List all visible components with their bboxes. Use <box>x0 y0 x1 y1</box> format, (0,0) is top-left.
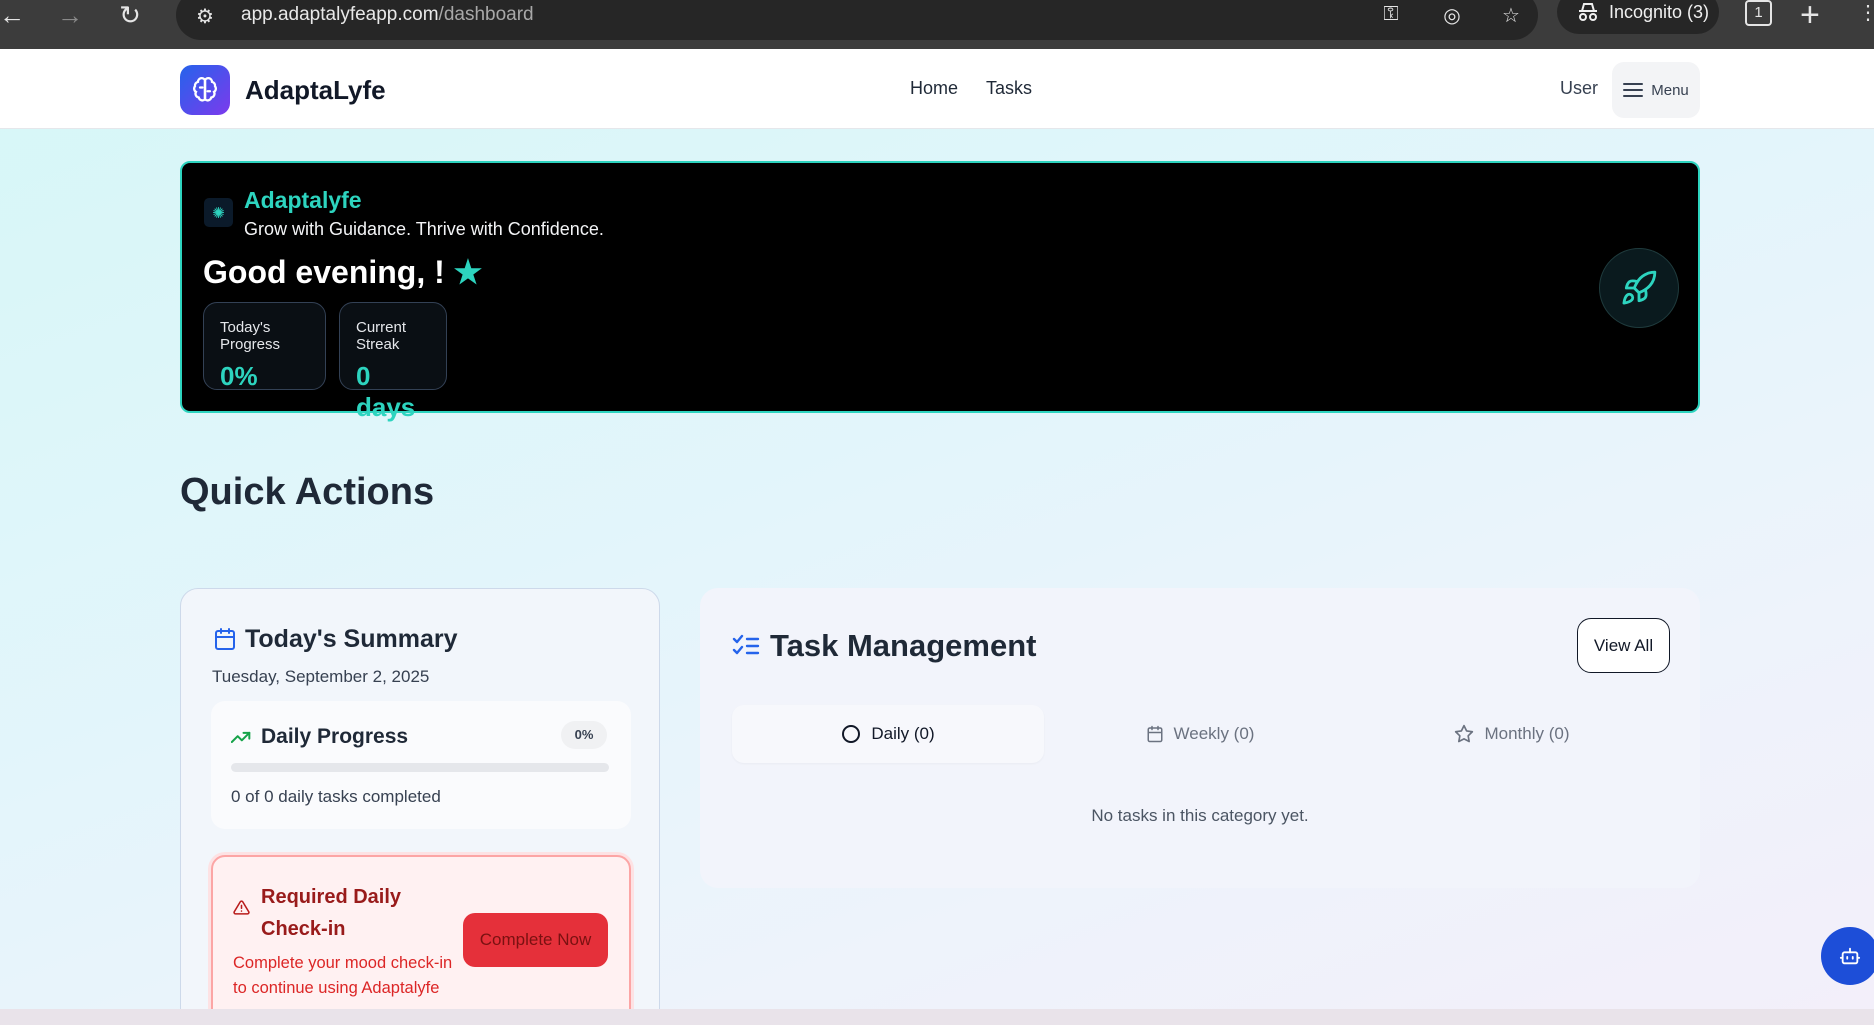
brand-name[interactable]: AdaptaLyfe <box>245 75 386 106</box>
address-bar[interactable]: ⚙ app.adaptalyfeapp.com/dashboard ⚿ ◎ ☆ <box>176 0 1538 40</box>
incognito-indicator[interactable]: Incognito (3) <box>1557 0 1719 34</box>
warning-icon <box>233 900 250 915</box>
star-icon: ★ <box>453 254 483 290</box>
back-icon[interactable]: ← <box>0 0 30 30</box>
tab-weekly-label: Weekly (0) <box>1173 724 1255 743</box>
tab-monthly[interactable]: Monthly (0) <box>1356 705 1668 763</box>
url-text[interactable]: app.adaptalyfeapp.com/dashboard <box>241 4 534 26</box>
hero-brand: Adaptalyfe <box>244 187 362 213</box>
daily-progress-title: Daily Progress <box>261 725 409 748</box>
stat-label: Today's Progress <box>220 319 281 353</box>
app-header: AdaptaLyfe Home Tasks User Menu <box>0 49 1874 129</box>
eye-off-icon[interactable]: ◎ <box>1439 3 1465 28</box>
tasks-completed-text: 0 of 0 daily tasks completed <box>231 787 441 806</box>
trending-up-icon <box>231 731 251 743</box>
list-checks-icon <box>732 634 760 655</box>
empty-state-text: No tasks in this category yet. <box>1091 806 1309 825</box>
stat-current-streak: Current Streak 0 days <box>339 302 447 422</box>
checkin-description: Complete your mood check-in to continue … <box>233 954 453 997</box>
incognito-icon <box>1579 3 1597 21</box>
tab-weekly[interactable]: Weekly (0) <box>1044 705 1356 763</box>
tab-count-button[interactable]: 1 <box>1745 0 1772 26</box>
stat-label: Current Streak <box>356 319 407 353</box>
hero-tagline: Grow with Guidance. Thrive with Confiden… <box>244 219 604 239</box>
welcome-banner: ✺ Adaptalyfe Grow with Guidance. Thrive … <box>180 161 1700 422</box>
nav-tasks[interactable]: Tasks <box>986 78 1032 99</box>
bot-icon <box>1839 947 1861 965</box>
site-info-icon[interactable]: ⚙ <box>196 4 214 29</box>
progress-bar <box>231 763 609 772</box>
hero-logo-icon: ✺ <box>204 198 233 227</box>
hamburger-icon <box>1623 83 1644 97</box>
required-checkin-panel: Required Daily Check-in Complete your mo… <box>211 855 631 1009</box>
quick-actions-title: Quick Actions <box>180 471 435 513</box>
tab-daily-label: Daily (0) <box>871 724 935 743</box>
calendar-icon <box>1147 725 1163 743</box>
complete-now-button[interactable]: Complete Now <box>463 913 608 967</box>
circle-icon <box>842 725 861 743</box>
daily-progress-panel: Daily Progress 0% 0 of 0 daily tasks com… <box>211 701 631 829</box>
bookmark-star-icon[interactable]: ☆ <box>1498 3 1524 28</box>
checkin-title: Required Daily Check-in <box>261 886 402 940</box>
menu-button[interactable]: Menu <box>1612 62 1700 118</box>
rocket-icon <box>1599 248 1679 328</box>
nav-home[interactable]: Home <box>910 78 958 99</box>
task-management-card: Task Management View All Daily (0) Weekl… <box>700 588 1700 888</box>
forward-icon[interactable]: → <box>52 0 88 30</box>
summary-date: Tuesday, September 2, 2025 <box>212 667 430 686</box>
view-all-button[interactable]: View All <box>1577 618 1670 673</box>
incognito-label: Incognito (3) <box>1609 1 1710 22</box>
greeting: Good evening, ! ★ <box>203 254 483 290</box>
stat-value: 0 days <box>356 361 416 422</box>
summary-title: Today's Summary <box>245 625 458 653</box>
todays-summary-card: Today's Summary Tuesday, September 2, 20… <box>180 588 660 1009</box>
reload-icon[interactable]: ↻ <box>112 0 148 30</box>
browser-toolbar: ← → ↻ ⚙ app.adaptalyfeapp.com/dashboard … <box>0 0 1874 49</box>
app-page: AdaptaLyfe Home Tasks User Menu ✺ Adapta… <box>0 49 1874 1009</box>
menu-label: Menu <box>1651 81 1689 99</box>
more-icon[interactable]: ⋮ <box>1858 0 1874 25</box>
chatbot-button[interactable] <box>1821 927 1874 985</box>
user-link[interactable]: User <box>1560 78 1598 99</box>
stat-todays-progress: Today's Progress 0% <box>203 302 326 391</box>
new-tab-icon[interactable]: + <box>1800 0 1820 35</box>
stat-value: 0% <box>220 361 258 391</box>
taskbar-strip <box>0 1009 1874 1025</box>
brain-logo-icon[interactable] <box>180 65 230 115</box>
tab-daily[interactable]: Daily (0) <box>732 705 1044 763</box>
star-icon <box>1455 724 1474 743</box>
tab-monthly-label: Monthly (0) <box>1484 724 1570 743</box>
calendar-icon <box>215 628 235 650</box>
task-management-title: Task Management <box>770 628 1037 663</box>
key-icon[interactable]: ⚿ <box>1378 3 1404 26</box>
progress-percent-badge: 0% <box>561 721 607 749</box>
